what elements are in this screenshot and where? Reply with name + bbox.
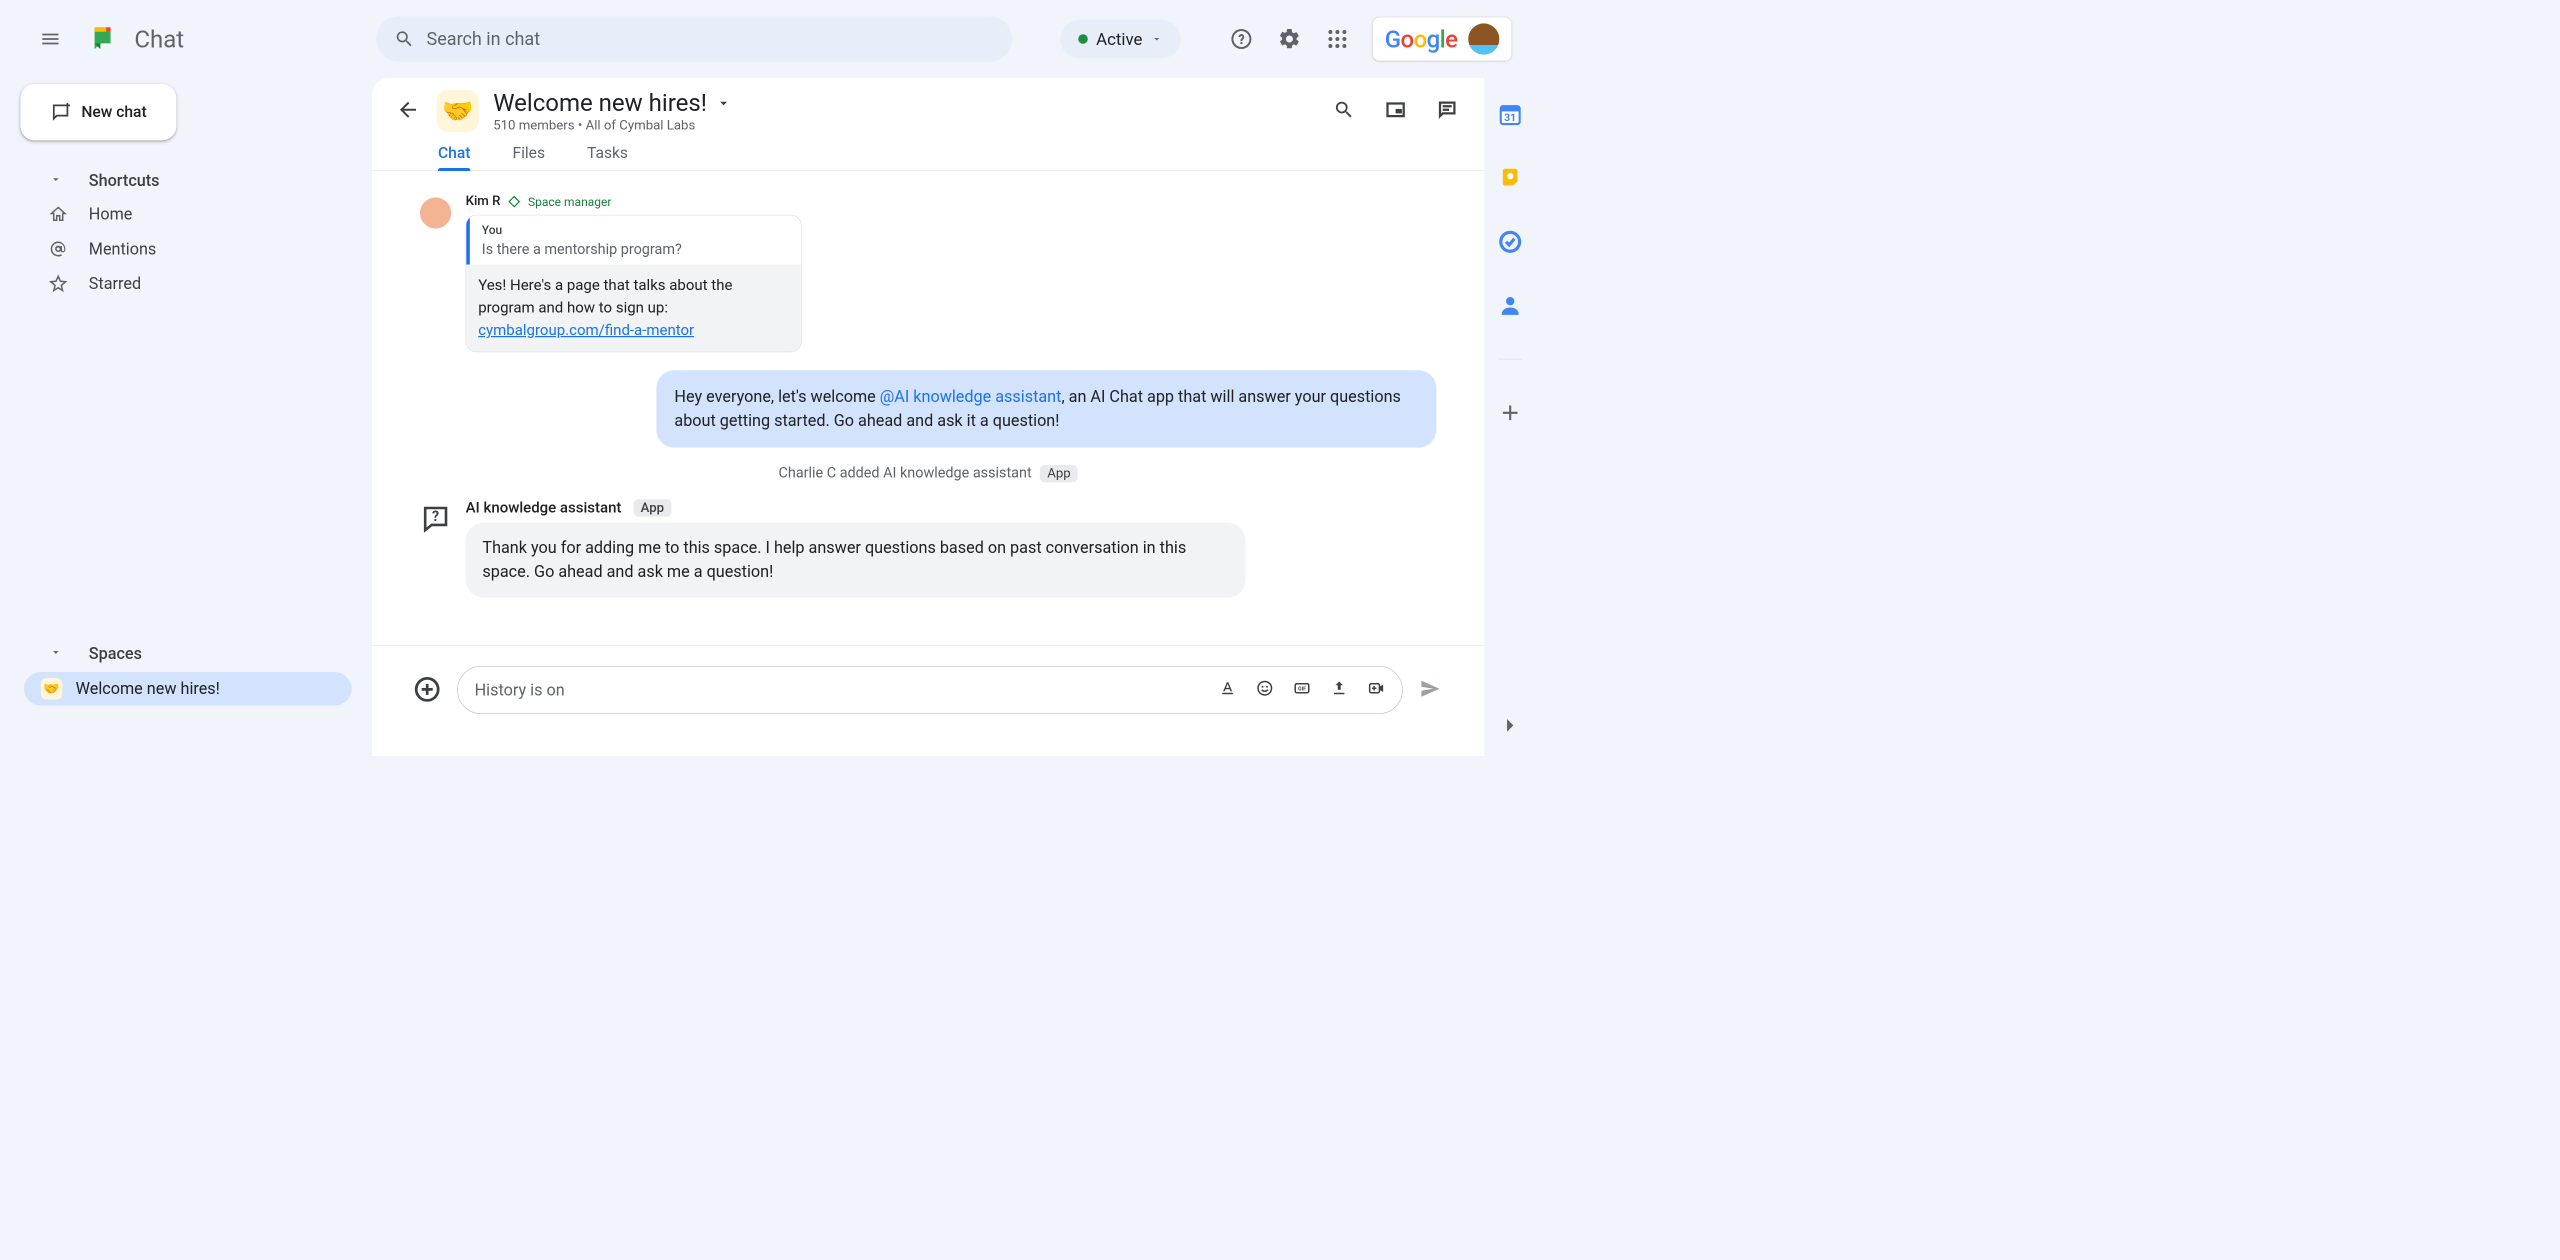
caret-down-icon <box>49 171 62 190</box>
app-name: Chat <box>134 25 184 53</box>
get-addons-button[interactable] <box>1498 400 1523 425</box>
main-menu-button[interactable] <box>36 25 65 54</box>
apps-grid-button[interactable] <box>1324 26 1350 52</box>
help-button[interactable] <box>1228 26 1254 52</box>
message-kim: Kim R Space manager You Is there a mento… <box>420 194 1436 352</box>
search-input[interactable]: Search in chat <box>376 16 1012 62</box>
avatar-kim <box>420 197 451 228</box>
emoji-button[interactable] <box>1256 679 1274 701</box>
tasks-app-icon[interactable] <box>1498 229 1523 254</box>
thread-panel-button[interactable] <box>1436 99 1460 123</box>
picture-in-picture-button[interactable] <box>1385 99 1409 123</box>
format-text-button[interactable] <box>1219 679 1237 701</box>
quote-author: You <box>482 223 789 237</box>
avatar-bot: ? <box>420 503 451 534</box>
shortcuts-section-header[interactable]: Shortcuts <box>0 164 372 196</box>
app-chip: App <box>1040 465 1078 482</box>
sidebar-item-home[interactable]: Home <box>0 197 372 232</box>
new-chat-label: New chat <box>81 103 146 121</box>
message-input[interactable]: History is on GIF <box>457 666 1403 714</box>
space-subtitle: 510 members • All of Cymbal Labs <box>493 118 732 133</box>
composer-placeholder: History is on <box>475 680 1207 699</box>
keep-app-icon[interactable] <box>1498 166 1523 191</box>
caret-down-icon <box>49 644 62 663</box>
spaces-section-header[interactable]: Spaces <box>0 637 372 669</box>
bot-message-text: Thank you for adding me to this space. I… <box>466 522 1246 597</box>
home-icon <box>48 204 68 224</box>
gif-button[interactable]: GIF <box>1293 679 1311 701</box>
app-logo: Chat <box>89 22 184 57</box>
app-chip: App <box>633 499 671 516</box>
sender-name: Kim R <box>466 194 501 209</box>
contacts-app-icon[interactable] <box>1498 293 1523 318</box>
quote-text: Is there a mentorship program? <box>482 241 789 258</box>
sidebar: New chat Shortcuts Home Mentions Starred <box>0 78 372 756</box>
sidebar-item-starred[interactable]: Starred <box>0 266 372 301</box>
space-avatar-icon: 🤝 <box>437 90 479 132</box>
space-title: Welcome new hires! <box>493 89 707 117</box>
google-logo-icon: Google <box>1385 25 1458 53</box>
back-button[interactable] <box>396 98 422 124</box>
calendar-app-icon[interactable]: 31 <box>1498 102 1523 127</box>
svg-text:GIF: GIF <box>1298 686 1306 692</box>
space-manager-diamond-icon <box>508 195 520 207</box>
tab-tasks[interactable]: Tasks <box>587 144 628 170</box>
sender-role: Space manager <box>528 194 611 208</box>
collapse-rail-button[interactable] <box>1498 713 1523 738</box>
status-active-dot-icon <box>1078 34 1088 44</box>
at-icon <box>48 239 68 259</box>
sidebar-item-mentions[interactable]: Mentions <box>0 232 372 267</box>
user-avatar[interactable] <box>1468 23 1499 54</box>
search-placeholder: Search in chat <box>427 29 541 50</box>
mention-ai-assistant[interactable]: @AI knowledge assistant <box>880 387 1062 406</box>
settings-button[interactable] <box>1276 26 1302 52</box>
shortcuts-label: Shortcuts <box>89 171 160 190</box>
chevron-down-icon[interactable] <box>715 95 732 112</box>
search-icon <box>394 29 414 49</box>
reply-quote-card: You Is there a mentorship program? Yes! … <box>466 215 802 352</box>
system-added-line: Charlie C added AI knowledge assistant A… <box>420 464 1436 482</box>
quote-answer: Yes! Here's a page that talks about the … <box>466 265 801 352</box>
tab-chat[interactable]: Chat <box>438 144 470 170</box>
message-bot: ? AI knowledge assistant App Thank you f… <box>420 499 1436 597</box>
video-meeting-button[interactable] <box>1367 679 1385 701</box>
status-label: Active <box>1096 29 1142 49</box>
mentor-link[interactable]: cymbalgroup.com/find-a-mentor <box>478 322 694 339</box>
spaces-label: Spaces <box>89 644 142 663</box>
message-welcome: Hey everyone, let's welcome @AI knowledg… <box>656 370 1436 447</box>
chevron-down-icon <box>1151 33 1163 45</box>
tab-files[interactable]: Files <box>512 144 545 170</box>
rail-divider <box>1498 359 1522 360</box>
main-panel: 🤝 Welcome new hires! 510 members • All o… <box>372 78 1484 756</box>
svg-text:?: ? <box>432 509 439 525</box>
add-attachment-button[interactable] <box>414 676 442 704</box>
side-panel-rail: 31 <box>1484 78 1536 756</box>
bot-name: AI knowledge assistant <box>466 499 622 516</box>
send-button[interactable] <box>1418 677 1442 703</box>
svg-text:31: 31 <box>1504 111 1516 124</box>
search-in-space-button[interactable] <box>1333 99 1357 123</box>
new-chat-button[interactable]: New chat <box>20 84 176 140</box>
upload-button[interactable] <box>1330 679 1348 701</box>
handshake-icon: 🤝 <box>41 678 63 700</box>
status-selector[interactable]: Active <box>1060 20 1181 58</box>
google-account-switcher[interactable]: Google <box>1372 17 1512 61</box>
space-item-welcome-new-hires[interactable]: 🤝 Welcome new hires! <box>24 672 352 706</box>
star-icon <box>48 274 68 294</box>
